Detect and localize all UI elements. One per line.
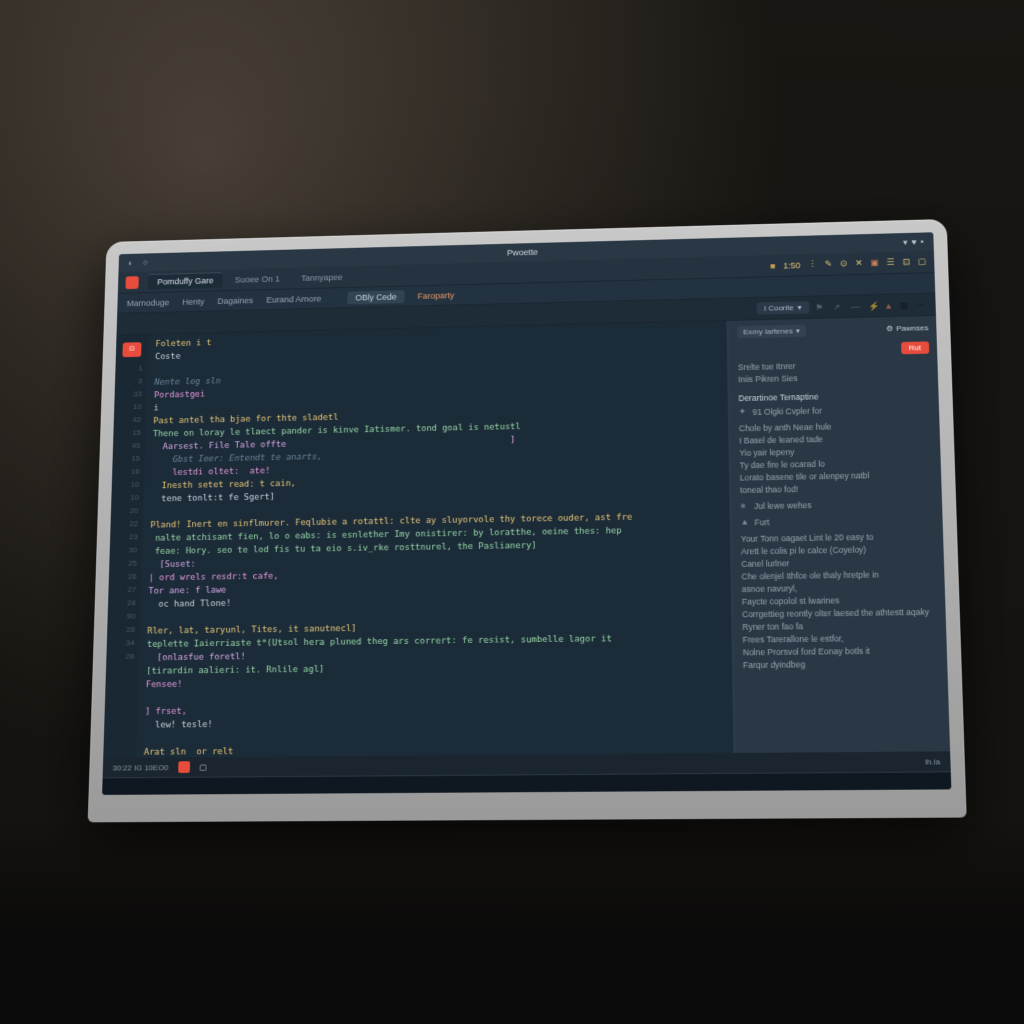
window-tab[interactable]: Tannyapee [291, 269, 352, 285]
line-number: 23 [110, 531, 138, 545]
line-number: 28 [108, 597, 136, 611]
menu-tab-active[interactable]: OBly Cede [348, 290, 405, 304]
notification-icon[interactable]: ■ [770, 261, 775, 270]
assistant-panel: Exmy larfenes ▾ ⚙ Pawnses Rut Srelte tue… [729, 316, 950, 753]
tray-icon-2[interactable]: ☰ [887, 257, 895, 267]
link-icon: ⨳ [740, 500, 750, 511]
user-icon: ▲ [740, 517, 750, 527]
run-button[interactable]: Rut [901, 341, 930, 354]
scope-selector[interactable]: I Coorite ▾ [756, 301, 809, 314]
status-dot-icon: • [920, 237, 923, 246]
status-square-icon[interactable]: ▢ [199, 763, 207, 772]
line-number: 28 [106, 650, 134, 664]
code-editor[interactable]: Foleten i tCoste Nente leg slnPordastgei… [136, 321, 736, 758]
wifi-icon: ▾ [903, 237, 908, 247]
tool-icon-2[interactable]: ⊙ [840, 259, 848, 269]
status-error-badge[interactable] [178, 761, 190, 773]
system-menu-icon[interactable]: ◐ [128, 258, 138, 267]
line-number: 34 [107, 637, 135, 651]
arrow-icon[interactable]: ↗ [833, 302, 843, 312]
menu-item[interactable]: Marnoduge [127, 297, 170, 307]
chevron-down-icon: ▾ [797, 303, 801, 311]
line-number: 20 [111, 504, 139, 518]
line-number: 33 [114, 388, 142, 401]
bell-icon[interactable]: ▲ [884, 301, 894, 311]
line-number: 28 [107, 623, 135, 637]
sidebar-section-heading: Derartinoe Temaptine [738, 390, 930, 403]
bolt-icon[interactable]: ⚡ [868, 301, 878, 311]
line-number: 30 [110, 544, 138, 558]
tray-icon-1[interactable]: ▣ [870, 258, 879, 268]
heart-icon: ♥ [911, 237, 917, 246]
plus-icon: ✦ [739, 407, 749, 418]
line-number: 15 [112, 452, 140, 466]
menu-item[interactable]: Dagaines [217, 295, 253, 305]
line-number: 10 [112, 478, 140, 492]
line-number: 25 [109, 557, 137, 571]
line-number: 27 [108, 583, 136, 597]
panel-label[interactable]: ⚙ Pawnses [886, 324, 928, 333]
separator-icon: ⋮ [808, 259, 817, 269]
sidebar-item[interactable]: 91 Olgki Cvpler for [752, 405, 822, 419]
tray-icon-3[interactable]: ⊡ [902, 257, 910, 267]
line-number: 1 [115, 362, 143, 375]
system-icon: ○ [143, 258, 153, 267]
window-tab[interactable]: Suoee On 1 [225, 271, 289, 287]
line-number: 10 [114, 401, 142, 414]
app-logo-icon[interactable] [125, 276, 138, 289]
more-icon[interactable]: ⋯ [916, 300, 926, 310]
sidebar-text: Farqur dyindbeg [743, 657, 939, 672]
laptop-frame: ◐ ○ Pwoette ▾ ♥ • Pomduffy Gare Suoee On… [88, 219, 967, 822]
line-number: 10 [111, 491, 139, 505]
sidebar-item[interactable]: Furt [754, 516, 769, 529]
ide-window: ◐ ○ Pwoette ▾ ♥ • Pomduffy Gare Suoee On… [102, 232, 951, 795]
error-badge[interactable]: ⊡ [122, 342, 141, 357]
line-number: 26 [109, 570, 137, 584]
line-number: 3 [115, 375, 143, 388]
sidebar-text: Corrgettieg reontly olter laesed the ath… [742, 606, 938, 621]
status-encoding[interactable]: lh.la [925, 757, 940, 766]
gear-icon: ⚙ [886, 324, 893, 333]
dash-icon[interactable]: — [851, 301, 861, 311]
line-number: 42 [114, 414, 142, 427]
tool-icon-1[interactable]: ✎ [825, 259, 833, 269]
line-number: 22 [110, 518, 138, 532]
chevron-down-icon: ▾ [796, 327, 800, 335]
sidebar-item[interactable]: Jul lewe wehes [754, 499, 812, 512]
line-number: 45 [113, 439, 141, 452]
close-icon[interactable]: ✕ [855, 258, 863, 268]
sidebar-text: toneal thao fod! [740, 481, 934, 497]
menu-tab-highlight[interactable]: Faroparty [417, 290, 454, 300]
line-number: 90 [107, 610, 135, 624]
sidebar-mode-selector[interactable]: Exmy larfenes ▾ [737, 325, 806, 339]
window-tab[interactable]: Pomduffy Gare [148, 272, 223, 289]
line-number: 15 [113, 426, 141, 439]
screen-bezel: ◐ ○ Pwoette ▾ ♥ • Pomduffy Gare Suoee On… [88, 219, 967, 822]
tray-icon-4[interactable]: ▢ [918, 257, 927, 267]
main-area: ⊡ 13331042154515161010202223302526272890… [103, 316, 950, 758]
flag-icon[interactable]: ⚑ [815, 302, 825, 312]
menu-item[interactable]: Henty [182, 297, 204, 307]
window-title: Pwoette [507, 247, 538, 257]
line-number: 16 [112, 465, 140, 479]
menu-item[interactable]: Eurand Arnore [266, 294, 321, 304]
grid-icon[interactable]: ⊞ [900, 300, 910, 310]
status-position: 30:22 IG 10EO0 [112, 763, 168, 772]
clock-time: 1:50 [783, 260, 800, 270]
